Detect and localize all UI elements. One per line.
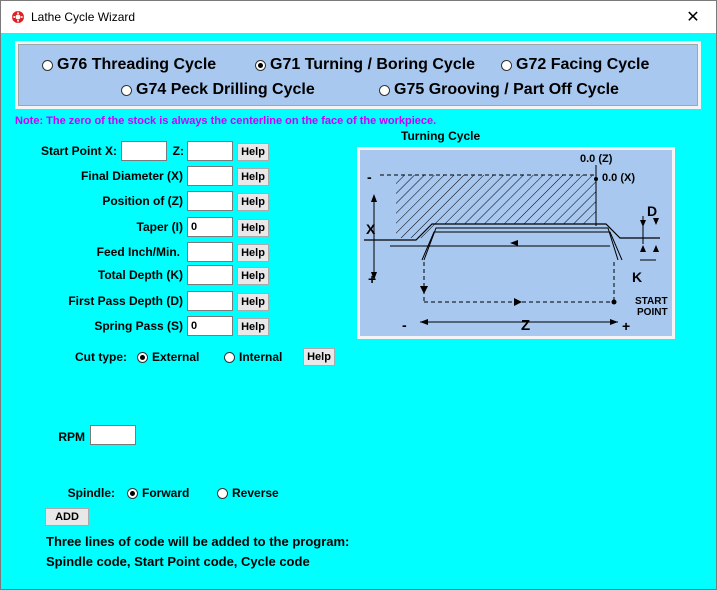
start-z-label: Z: — [172, 144, 184, 158]
help-button-feed[interactable]: Help — [237, 244, 269, 262]
z-arrow-right — [610, 319, 618, 325]
k-arrow-up-2 — [653, 245, 659, 252]
total-depth-input[interactable] — [187, 265, 233, 285]
info-line-1: Three lines of code will be added to the… — [46, 534, 350, 549]
help-button-start-point[interactable]: Help — [237, 143, 269, 161]
radio-g75[interactable]: G75 Grooving / Part Off Cycle — [379, 81, 619, 99]
zero-x-label: 0.0 (X) — [602, 172, 635, 184]
help-button-position-z[interactable]: Help — [237, 193, 269, 211]
start-point-dot — [611, 299, 617, 305]
z-direction-arrow — [514, 298, 522, 306]
rpm-input[interactable] — [90, 425, 136, 445]
cycle-selector: G76 Threading Cycle G71 Turning / Boring… — [15, 41, 701, 109]
x-plus-label: + — [368, 271, 376, 287]
taper-input[interactable] — [187, 217, 233, 237]
k-arrow-up — [640, 245, 646, 252]
x-label: X — [366, 221, 376, 237]
d-arrow-2 — [653, 218, 659, 225]
start-x-input[interactable] — [121, 141, 167, 161]
radio-circle — [121, 84, 132, 96]
z-minus-label: - — [402, 317, 407, 333]
z-arrow-left — [420, 319, 428, 325]
radio-label: G76 Threading Cycle — [57, 56, 217, 73]
total-depth-label: Total Depth (K) — [97, 268, 183, 282]
spring-pass-input[interactable] — [187, 316, 233, 336]
radio-label: G75 Grooving / Part Off Cycle — [394, 81, 619, 98]
help-button-final-diameter[interactable]: Help — [237, 168, 269, 186]
add-button[interactable]: ADD — [45, 508, 89, 526]
radio-label: External — [152, 350, 200, 364]
final-diameter-label: Final Diameter (X) — [80, 169, 183, 183]
x-minus-label: - — [367, 169, 372, 185]
radio-label: Forward — [142, 486, 190, 500]
radio-g71[interactable]: G71 Turning / Boring Cycle — [255, 56, 475, 74]
diagram-title: Turning Cycle — [401, 129, 481, 143]
stock-zero-note: Note: The zero of the stock is always th… — [15, 115, 437, 127]
help-button-total-depth[interactable]: Help — [237, 267, 269, 285]
radio-circle — [224, 351, 235, 363]
k-label: K — [632, 269, 642, 285]
feed-label: Feed Inch/Min. — [96, 245, 180, 259]
radio-circle-selected — [255, 59, 266, 71]
start-z-input[interactable] — [187, 141, 233, 161]
radio-circle — [217, 487, 228, 499]
taper-label: Taper (I) — [136, 220, 183, 234]
d-arrow — [640, 220, 646, 227]
d-label: D — [647, 203, 657, 219]
radio-label: G71 Turning / Boring Cycle — [270, 56, 476, 73]
title-bar: Lathe Cycle Wizard ✕ — [1, 1, 716, 33]
feed-arrow — [510, 240, 518, 246]
start-x-label: Start Point X: — [40, 144, 117, 158]
spindle-label: Spindle: — [67, 486, 115, 500]
radio-label: Reverse — [232, 486, 279, 500]
radio-label: G74 Peck Drilling Cycle — [136, 81, 315, 98]
radio-circle — [501, 59, 512, 71]
close-button[interactable]: ✕ — [670, 1, 716, 33]
final-diameter-input[interactable] — [187, 166, 233, 186]
radio-g72[interactable]: G72 Facing Cycle — [501, 56, 649, 74]
turning-cycle-diagram: 0.0 (Z) 0.0 (X) X - + Z - + D K START PO… — [357, 147, 675, 339]
down-arrow-left — [420, 286, 428, 294]
window-title: Lathe Cycle Wizard — [31, 10, 136, 24]
spindle-reverse[interactable]: Reverse — [217, 486, 279, 500]
help-button-first-pass[interactable]: Help — [237, 293, 269, 311]
spindle-forward[interactable]: Forward — [127, 486, 189, 500]
stock-material — [396, 175, 596, 238]
radio-circle — [379, 84, 390, 96]
zero-point-dot — [594, 177, 598, 181]
z-plus-label: + — [622, 318, 630, 334]
spring-pass-label: Spring Pass (S) — [94, 319, 183, 333]
client-area: G76 Threading Cycle G71 Turning / Boring… — [1, 33, 716, 589]
close-icon: ✕ — [686, 9, 700, 26]
radio-circle-selected — [137, 351, 148, 363]
turning-cycle-drawing: 0.0 (Z) 0.0 (X) X - + Z - + D K START PO… — [364, 153, 668, 334]
info-line-2: Spindle code, Start Point code, Cycle co… — [46, 554, 310, 569]
help-button-spring-pass[interactable]: Help — [237, 318, 269, 336]
radio-circle-selected — [127, 487, 138, 499]
x-arrow-up — [371, 194, 377, 202]
lathe-app-icon — [12, 11, 24, 23]
lathe-cycle-wizard-window: Lathe Cycle Wizard ✕ G76 Threading Cycle… — [0, 0, 717, 590]
cut-type-external[interactable]: External — [137, 350, 199, 364]
cut-type-label: Cut type: — [75, 350, 127, 364]
zero-z-label: 0.0 (Z) — [580, 153, 613, 165]
position-z-input[interactable] — [187, 191, 233, 211]
radio-g76[interactable]: G76 Threading Cycle — [42, 56, 216, 74]
radio-circle — [42, 59, 53, 71]
rpm-label: RPM — [58, 430, 85, 444]
first-pass-input[interactable] — [187, 291, 233, 311]
radio-g74[interactable]: G74 Peck Drilling Cycle — [121, 81, 315, 99]
help-button-taper[interactable]: Help — [237, 219, 269, 237]
position-z-label: Position of (Z) — [102, 194, 183, 208]
radio-label: G72 Facing Cycle — [516, 56, 650, 73]
cut-path-1 — [423, 227, 619, 261]
z-label: Z — [521, 317, 530, 334]
start-point-label: START — [635, 296, 668, 307]
first-pass-label: First Pass Depth (D) — [68, 294, 183, 308]
cut-type-internal[interactable]: Internal — [224, 350, 282, 364]
start-point-label-2: POINT — [637, 307, 668, 318]
feed-input[interactable] — [187, 242, 233, 262]
radio-label: Internal — [239, 350, 283, 364]
help-button-cut-type[interactable]: Help — [303, 348, 335, 366]
